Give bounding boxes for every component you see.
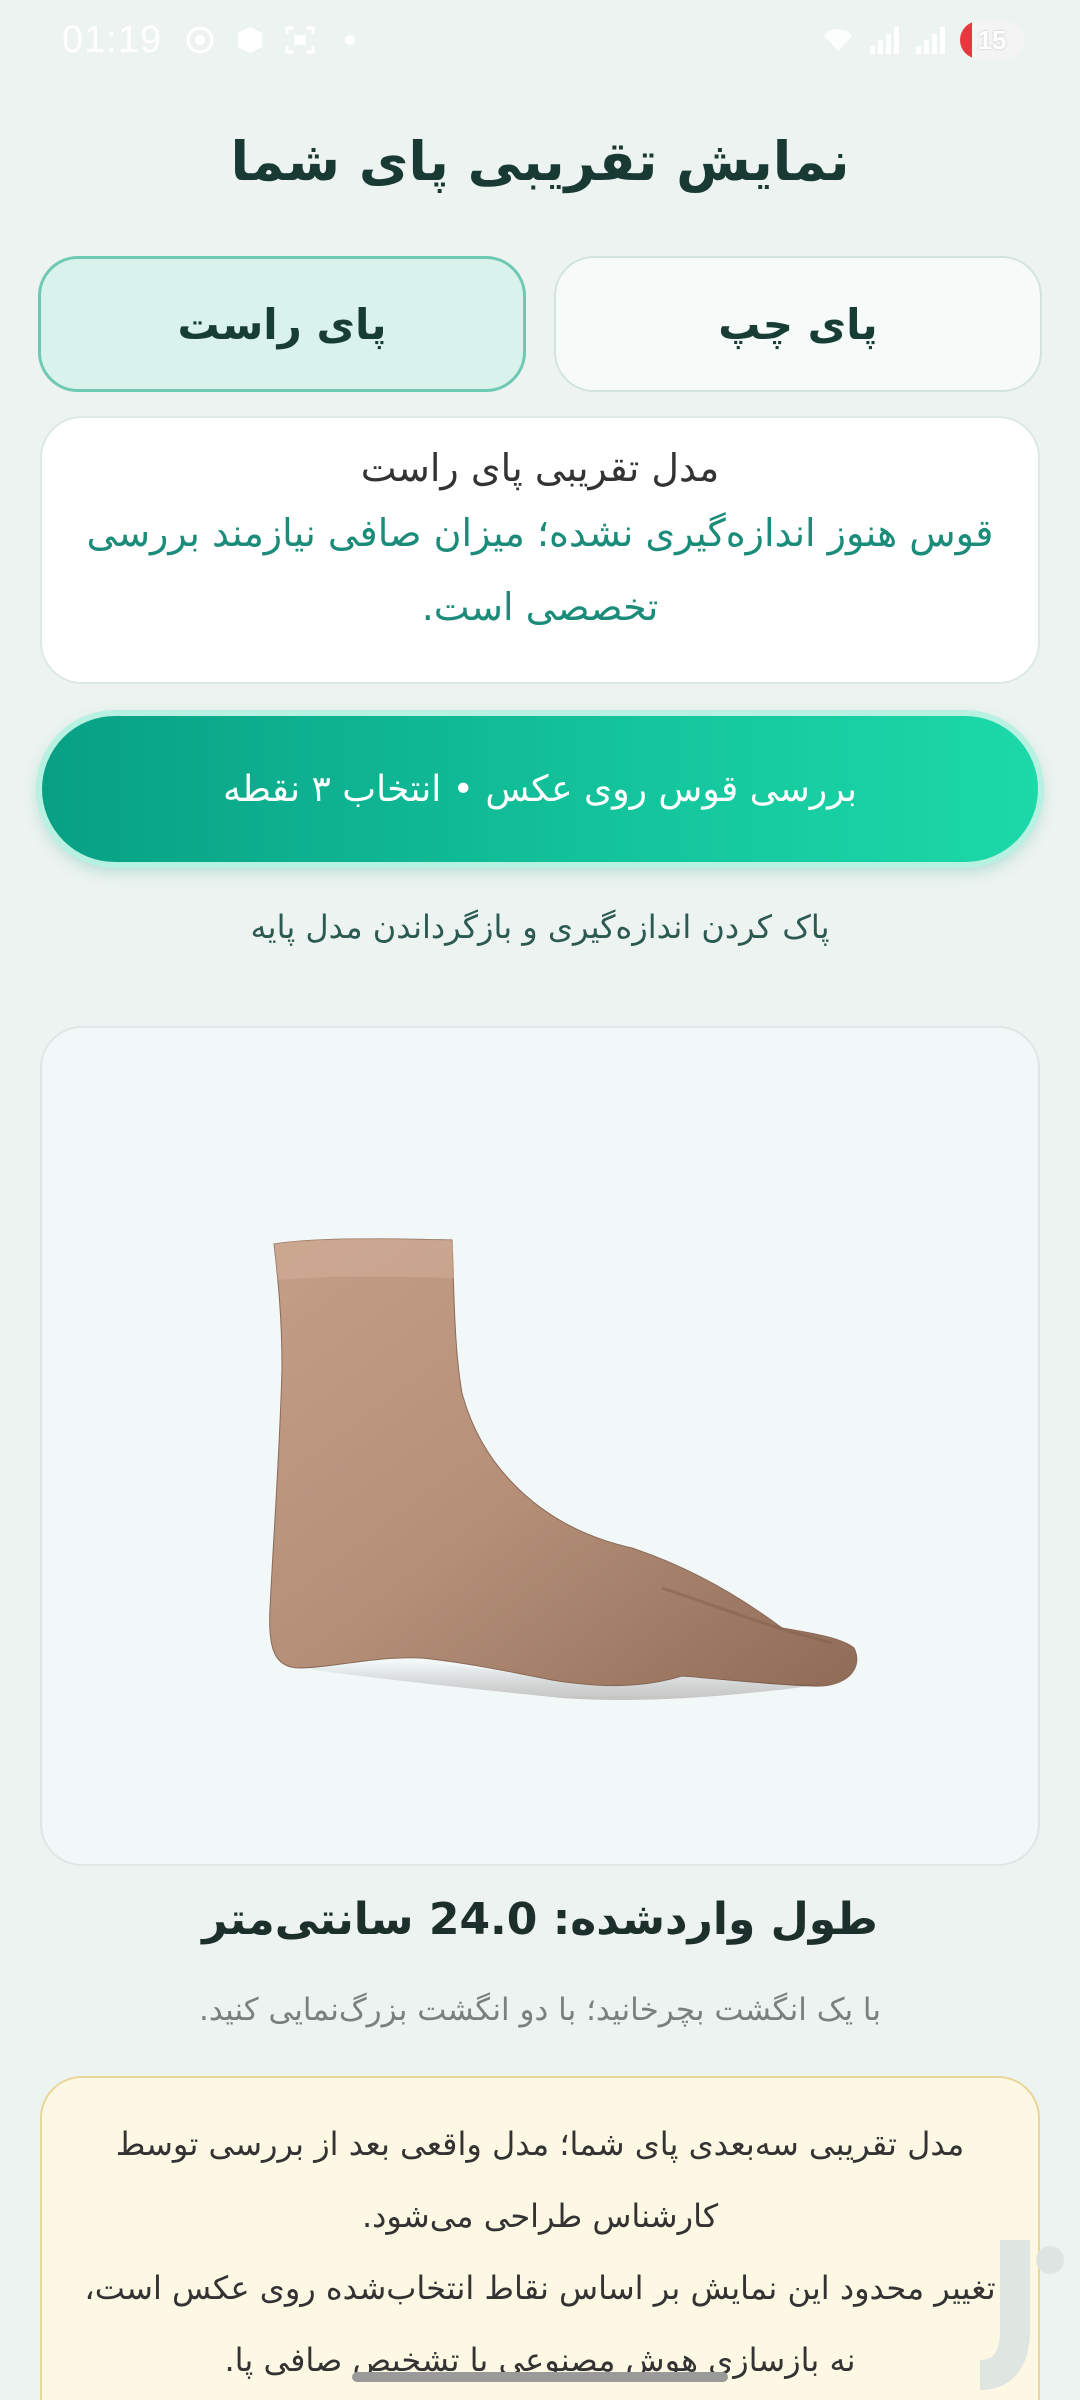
page-title: نمایش تقریبی پای شما	[230, 130, 850, 193]
chrome-icon	[184, 24, 216, 56]
status-time: 01:19	[62, 18, 163, 61]
store-logo-icon	[980, 2240, 1064, 2390]
right-foot-tab[interactable]: پای راست	[38, 256, 526, 392]
signal-icon	[868, 24, 900, 56]
foot-3d-viewer[interactable]	[40, 1026, 1040, 1866]
left-foot-tab[interactable]: پای چپ	[554, 256, 1042, 392]
model-info-card: مدل تقریبی پای راست قوس هنوز اندازه‌گیری…	[40, 416, 1040, 684]
arch-status-message: قوس هنوز اندازه‌گیری نشده؛ میزان صافی نی…	[86, 511, 994, 629]
model-info-title: مدل تقریبی پای راست	[360, 446, 720, 490]
reset-measurement-link[interactable]: پاک کردن اندازه‌گیری و بازگرداندن مدل پا…	[0, 908, 1080, 946]
scan-icon	[284, 24, 316, 56]
home-indicator[interactable]	[352, 2372, 728, 2382]
battery-level: 15	[977, 24, 1007, 55]
check-arch-button[interactable]: بررسی قوس روی عکس • انتخاب ۳ نقطه	[42, 716, 1038, 862]
entered-length: طول واردشده: 24.0 سانتی‌متر	[202, 1894, 878, 1945]
disclaimer-card: مدل تقریبی سه‌بعدی پای شما؛ مدل واقعی بع…	[40, 2076, 1040, 2400]
wifi-icon	[822, 24, 854, 56]
left-foot-label: پای چپ	[718, 299, 878, 349]
signal-icon	[914, 24, 946, 56]
battery-icon: 15	[960, 21, 1024, 59]
system-icons: 15	[822, 21, 1024, 59]
status-bar: 01:19 15	[0, 0, 1080, 80]
right-foot-label: پای راست	[177, 299, 387, 349]
shield-icon	[234, 24, 266, 56]
check-arch-label: بررسی قوس روی عکس • انتخاب ۳ نقطه	[222, 768, 858, 810]
notification-icons	[184, 24, 366, 56]
foot-3d-model[interactable]	[42, 1028, 1040, 1866]
gesture-hint: با یک انگشت بچرخانید؛ با دو انگشت بزرگ‌ن…	[199, 1992, 881, 2028]
battery-low-fill	[960, 21, 972, 59]
disclaimer-line-1: مدل تقریبی سه‌بعدی پای شما؛ مدل واقعی بع…	[115, 2125, 965, 2235]
dot-icon	[334, 24, 366, 56]
